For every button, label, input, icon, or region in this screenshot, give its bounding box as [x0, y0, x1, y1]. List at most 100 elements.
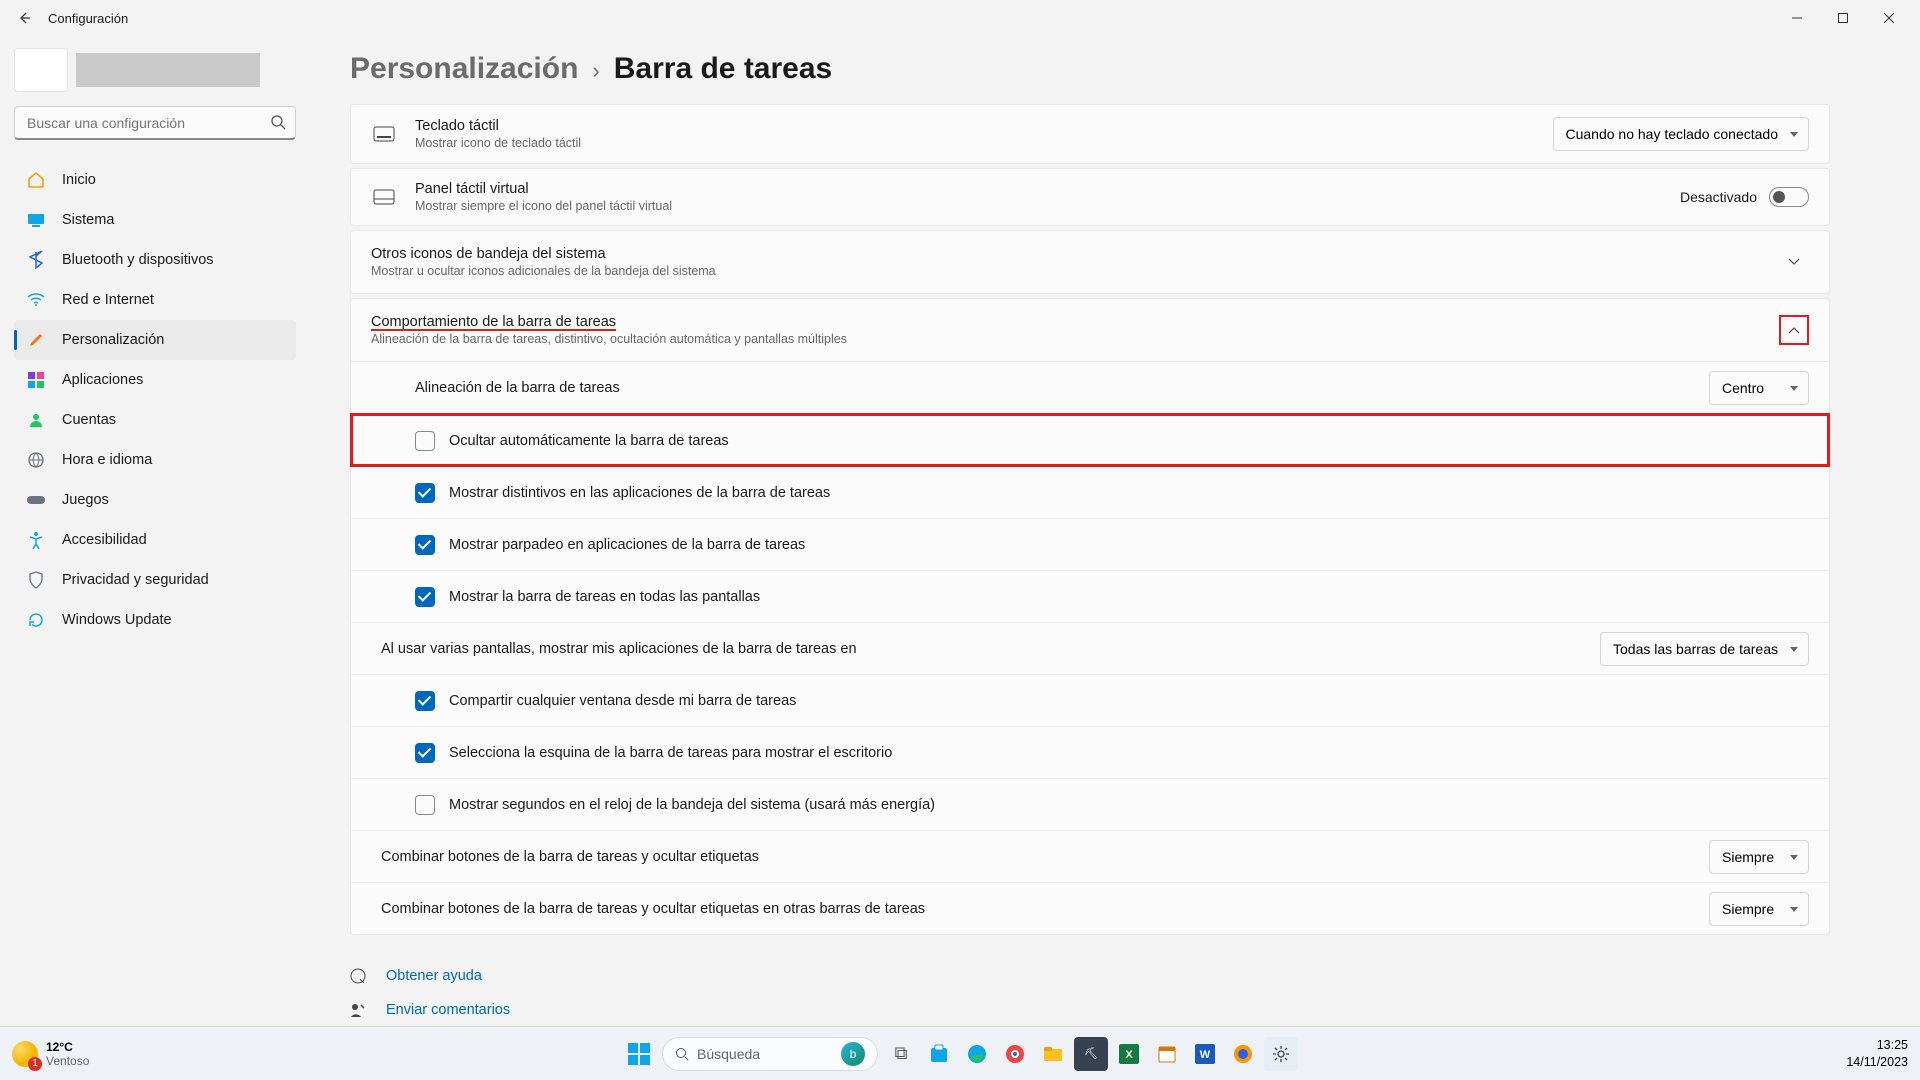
sidebar-item-juegos[interactable]: Juegos	[14, 480, 296, 520]
page-title: Barra de tareas	[614, 52, 832, 86]
maximize-button[interactable]	[1820, 2, 1866, 34]
card-virtual-touchpad: Panel táctil virtual Mostrar siempre el …	[350, 168, 1830, 226]
sidebar: Inicio Sistema Bluetooth y dispositivos …	[0, 36, 308, 1026]
search-input[interactable]	[14, 106, 296, 140]
app-icon-calendar[interactable]	[1150, 1037, 1184, 1071]
profile-block[interactable]	[14, 48, 296, 92]
sidebar-item-label: Red e Internet	[62, 292, 154, 308]
weather-temp: 12°C	[46, 1040, 89, 1054]
globe-icon	[26, 450, 46, 470]
clock-date: 14/11/2023	[1846, 1054, 1908, 1070]
option-show-seconds[interactable]: Mostrar segundos en el reloj de la bande…	[351, 778, 1829, 830]
option-corner-desktop[interactable]: Selecciona la esquina de la barra de tar…	[351, 726, 1829, 778]
sidebar-item-label: Juegos	[62, 492, 109, 508]
option-combine-main: Combinar botones de la barra de tareas y…	[351, 830, 1829, 882]
sidebar-item-aplicaciones[interactable]: Aplicaciones	[14, 360, 296, 400]
taskbar-clock[interactable]: 13:25 14/11/2023	[1846, 1037, 1908, 1070]
virtual-touchpad-toggle[interactable]	[1769, 187, 1809, 207]
sidebar-item-label: Hora e idioma	[62, 452, 152, 468]
option-flash[interactable]: Mostrar parpadeo en aplicaciones de la b…	[351, 518, 1829, 570]
taskview-icon[interactable]: ⧉	[884, 1037, 918, 1071]
sidebar-item-label: Sistema	[62, 212, 114, 228]
minimize-button[interactable]	[1774, 2, 1820, 34]
taskbar-search[interactable]: Búsqueda b	[662, 1037, 878, 1071]
corner-desktop-checkbox[interactable]	[415, 743, 435, 763]
sidebar-item-hora[interactable]: Hora e idioma	[14, 440, 296, 480]
option-multi-display-apps: Al usar varias pantallas, mostrar mis ap…	[351, 622, 1829, 674]
bluetooth-icon	[26, 250, 46, 270]
word-icon[interactable]: W	[1188, 1037, 1222, 1071]
taskbar-weather[interactable]: 12°C Ventoso	[12, 1040, 89, 1068]
option-auto-hide[interactable]: Ocultar automáticamente la barra de tare…	[351, 414, 1829, 466]
chrome-icon[interactable]	[998, 1037, 1032, 1071]
sidebar-item-label: Accesibilidad	[62, 532, 147, 548]
edge-icon[interactable]	[960, 1037, 994, 1071]
search-icon	[675, 1047, 689, 1061]
sidebar-item-red[interactable]: Red e Internet	[14, 280, 296, 320]
arrow-left-icon	[16, 10, 32, 26]
store-icon[interactable]	[922, 1037, 956, 1071]
toggle-label: Desactivado	[1680, 189, 1757, 205]
badges-checkbox[interactable]	[415, 483, 435, 503]
sidebar-item-accesibilidad[interactable]: Accesibilidad	[14, 520, 296, 560]
settings-icon[interactable]	[1264, 1037, 1298, 1071]
card-other-tray-icons[interactable]: Otros iconos de bandeja del sistema Most…	[350, 230, 1830, 294]
firefox-icon[interactable]	[1226, 1037, 1260, 1071]
all-displays-checkbox[interactable]	[415, 587, 435, 607]
close-button[interactable]	[1866, 2, 1912, 34]
touch-keyboard-dropdown[interactable]: Cuando no hay teclado conectado	[1553, 117, 1810, 151]
excel-icon[interactable]: X	[1112, 1037, 1146, 1071]
content-area[interactable]: Personalización › Barra de tareas Teclad…	[308, 36, 1920, 1026]
sidebar-item-personalizacion[interactable]: Personalización	[14, 320, 296, 360]
system-icon	[26, 210, 46, 230]
combine-main-dropdown[interactable]: Siempre	[1709, 840, 1809, 874]
option-share-window[interactable]: Compartir cualquier ventana desde mi bar…	[351, 674, 1829, 726]
breadcrumb-parent[interactable]: Personalización	[350, 52, 578, 86]
behaviors-section: Alineación de la barra de tareas Centro …	[350, 362, 1830, 935]
card-title: Panel táctil virtual	[415, 181, 1680, 197]
card-title: Comportamiento de la barra de tareas	[371, 314, 1779, 330]
app-title: Configuración	[48, 11, 128, 26]
sidebar-item-sistema[interactable]: Sistema	[14, 200, 296, 240]
taskbar: 12°C Ventoso Búsqueda b ⧉ ⛏ X W 13:25 14…	[0, 1026, 1920, 1080]
sidebar-item-privacidad[interactable]: Privacidad y seguridad	[14, 560, 296, 600]
weather-icon	[12, 1041, 38, 1067]
card-taskbar-behaviors[interactable]: Comportamiento de la barra de tareas Ali…	[350, 298, 1830, 362]
user-icon	[26, 410, 46, 430]
help-link[interactable]: Obtener ayuda	[386, 968, 482, 984]
title-bar: Configuración	[0, 0, 1920, 36]
flash-checkbox[interactable]	[415, 535, 435, 555]
keyboard-icon	[371, 123, 397, 145]
sidebar-item-inicio[interactable]: Inicio	[14, 160, 296, 200]
start-button[interactable]	[622, 1037, 656, 1071]
svg-text:W: W	[1200, 1049, 1211, 1061]
auto-hide-checkbox[interactable]	[415, 431, 435, 451]
app-icon-1[interactable]: ⛏	[1074, 1037, 1108, 1071]
seconds-checkbox[interactable]	[415, 795, 435, 815]
combine-other-dropdown[interactable]: Siempre	[1709, 892, 1809, 926]
multi-display-dropdown[interactable]: Todas las barras de tareas	[1600, 632, 1809, 666]
card-subtitle: Alineación de la barra de tareas, distin…	[371, 332, 1779, 346]
explorer-icon[interactable]	[1036, 1037, 1070, 1071]
bing-icon[interactable]: b	[841, 1042, 865, 1066]
sidebar-item-label: Cuentas	[62, 412, 116, 428]
sidebar-item-cuentas[interactable]: Cuentas	[14, 400, 296, 440]
touchpad-icon	[371, 186, 397, 208]
card-title: Teclado táctil	[415, 118, 1553, 134]
gamepad-icon	[26, 490, 46, 510]
sidebar-item-update[interactable]: Windows Update	[14, 600, 296, 640]
alignment-dropdown[interactable]: Centro	[1709, 371, 1809, 405]
profile-redacted	[76, 53, 260, 87]
search-box	[14, 106, 296, 140]
option-alignment: Alineación de la barra de tareas Centro	[351, 362, 1829, 414]
option-all-displays[interactable]: Mostrar la barra de tareas en todas las …	[351, 570, 1829, 622]
feedback-link[interactable]: Enviar comentarios	[386, 1002, 510, 1018]
weather-cond: Ventoso	[46, 1054, 89, 1068]
back-button[interactable]	[8, 2, 40, 34]
accessibility-icon	[26, 530, 46, 550]
card-subtitle: Mostrar siempre el icono del panel tácti…	[415, 199, 1680, 213]
sidebar-item-label: Aplicaciones	[62, 372, 143, 388]
option-badges[interactable]: Mostrar distintivos en las aplicaciones …	[351, 466, 1829, 518]
sidebar-item-bluetooth[interactable]: Bluetooth y dispositivos	[14, 240, 296, 280]
share-window-checkbox[interactable]	[415, 691, 435, 711]
